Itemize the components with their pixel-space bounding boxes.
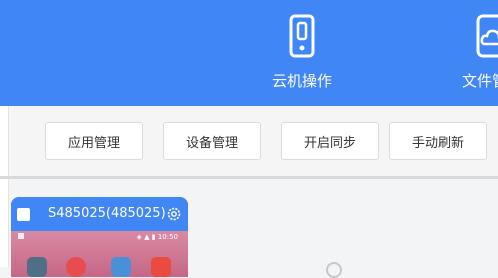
device-select-checkbox[interactable]: [17, 208, 30, 221]
status-time: 10:50: [157, 233, 178, 241]
nav-cloud-operation[interactable]: 云机操作: [266, 14, 338, 91]
device-status-bar: ◈ ▲ ▮ 10:50: [11, 231, 188, 242]
device-manage-button[interactable]: 设备管理: [163, 122, 261, 160]
settings-app-icon: [27, 257, 47, 277]
nav-label: 云机操作: [271, 72, 332, 90]
gear-icon[interactable]: [166, 206, 182, 226]
top-header: 云机操作 文件管理: [0, 0, 498, 106]
loading-spinner-icon: [326, 262, 342, 278]
status-indicators: ◈ ▲ ▮: [136, 233, 156, 241]
manual-refresh-button[interactable]: 手动刷新: [389, 122, 487, 160]
cloud-folder-icon: [475, 14, 498, 64]
nav-label: 文件管理: [461, 72, 498, 90]
store-app-icon: [151, 257, 171, 277]
device-name: S485025(485025): [48, 206, 166, 221]
enable-sync-button[interactable]: 开启同步: [281, 122, 379, 160]
app-manage-button[interactable]: 应用管理: [45, 122, 143, 160]
device-card-header: S485025(485025): [11, 197, 188, 231]
phone-icon: [287, 14, 317, 64]
browser-app-icon: [66, 257, 86, 277]
files-app-icon: [111, 257, 131, 277]
divider: [0, 176, 498, 179]
nav-file-management[interactable]: 文件管理: [456, 14, 498, 91]
device-card[interactable]: S485025(485025) ◈ ▲ ▮ 10:50: [11, 197, 188, 277]
notification-icon: [18, 233, 24, 239]
device-screen-preview[interactable]: ◈ ▲ ▮ 10:50: [11, 231, 188, 277]
left-panel-edge: [0, 106, 9, 267]
